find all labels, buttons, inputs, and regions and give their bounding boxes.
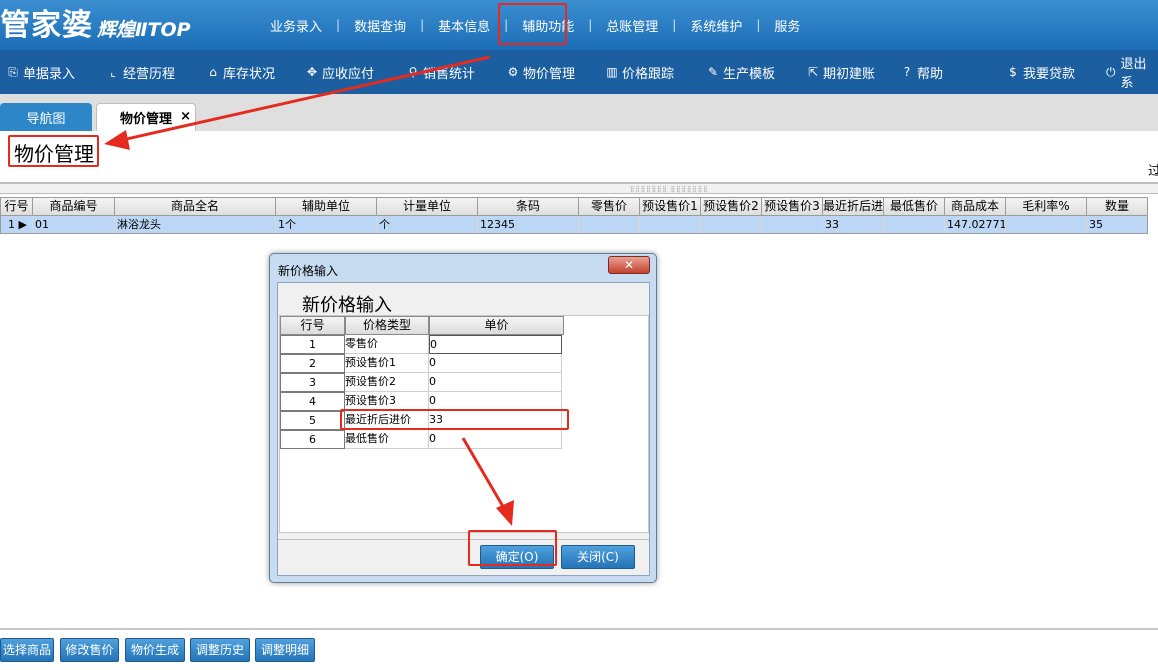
generate-price-button[interactable]: 物价生成 [125, 638, 185, 662]
toolbar-help[interactable]: ? 帮助 [900, 50, 943, 94]
brand-edition: 辉煌ⅡTOP [97, 19, 191, 41]
topnav-business-entry[interactable]: 业务录入 [256, 16, 336, 35]
bar-chart-icon: ▥ [606, 65, 618, 79]
help-icon: ? [903, 65, 911, 79]
close-button[interactable]: 关闭(C) [561, 545, 635, 569]
price-input[interactable]: 0 [429, 373, 562, 392]
toolbar-business-history[interactable]: ⌞ 经营历程 [106, 50, 175, 94]
annotation-box-auxiliary [498, 3, 567, 45]
col-preset-price-1[interactable]: 预设售价1 [640, 198, 701, 215]
col-unit[interactable]: 计量单位 [377, 198, 478, 215]
product-grid: 行号 商品编号 商品全名 辅助单位 计量单位 条码 零售价 预设售价1 预设售价… [0, 197, 1148, 234]
col-gross-margin[interactable]: 毛利率% [1006, 198, 1087, 215]
col-preset-price-2[interactable]: 预设售价2 [701, 198, 762, 215]
col-min-price[interactable]: 最低售价 [884, 198, 945, 215]
col-cost[interactable]: 商品成本 [945, 198, 1006, 215]
topnav-system[interactable]: 系统维护 [676, 16, 756, 35]
tab-price-management[interactable]: 物价管理 × [96, 103, 196, 131]
filter-label-cut: 过 [1148, 164, 1158, 179]
bottom-divider [0, 628, 1158, 630]
price-input[interactable]: 0 [429, 335, 562, 354]
adjust-history-button[interactable]: 调整历史 [190, 638, 250, 662]
annotation-box-title [8, 135, 99, 167]
home-icon: ⌂ [209, 65, 217, 79]
topnav-data-query[interactable]: 数据查询 [340, 16, 420, 35]
close-icon: ✕ [623, 258, 635, 272]
toolbar-loan[interactable]: $ 我要贷款 [1006, 50, 1075, 94]
col-quantity[interactable]: 数量 [1087, 198, 1147, 215]
col-aux-unit[interactable]: 辅助单位 [276, 198, 377, 215]
col-product-code[interactable]: 商品编号 [33, 198, 115, 215]
select-product-button[interactable]: 选择商品 [0, 638, 54, 662]
tab-label: 物价管理 [119, 112, 172, 127]
power-icon: ⏻ [1105, 64, 1116, 79]
col-product-name[interactable]: 商品全名 [115, 198, 276, 215]
chart-icon: ⌞ [110, 65, 116, 79]
dialog-divider [278, 539, 649, 540]
price-col-type[interactable]: 价格类型 [345, 316, 429, 335]
col-recent-purchase-price[interactable]: 最近折后进价 [823, 198, 884, 215]
tab-strip: 导航图 物价管理 × [0, 94, 1158, 131]
arrows-icon: ✥ [306, 65, 318, 79]
grid-header: 行号 商品编号 商品全名 辅助单位 计量单位 条码 零售价 预设售价1 预设售价… [0, 197, 1148, 216]
topnav-basic-info[interactable]: 基本信息 [424, 16, 504, 35]
external-link-icon: ⇱ [807, 65, 819, 79]
dialog-title: 新价格输入 [278, 264, 339, 278]
gear-icon: ⚙ [507, 65, 519, 79]
top-header: 管家婆 辉煌ⅡTOP 业务录入 | 数据查询 | 基本信息 | 辅助功能 | 总账管理 |… [0, 0, 1158, 50]
dialog-heading: 新价格输入 [302, 295, 392, 316]
table-row[interactable]: 1 ▶ 01 淋浴龙头 1个 个 12345 33 147.027714 35 [0, 216, 1148, 234]
edit-price-button[interactable]: 修改售价 [60, 638, 119, 662]
col-barcode[interactable]: 条码 [478, 198, 579, 215]
col-row-number[interactable]: 行号 [1, 198, 33, 215]
toolbar-document-entry[interactable]: ⎘ 单据录入 [6, 50, 75, 94]
topnav-ledger[interactable]: 总账管理 [592, 16, 672, 35]
toolbar-exit[interactable]: ⏻ 退出系 [1104, 50, 1158, 94]
price-input[interactable]: 0 [429, 430, 562, 449]
annotation-arrowhead [104, 130, 130, 150]
tab-navigation-map[interactable]: 导航图 [0, 103, 92, 131]
price-col-row-number[interactable]: 行号 [280, 316, 345, 335]
toolbar-price-management[interactable]: ⚙ 物价管理 [506, 50, 575, 94]
annotation-box-confirm [468, 530, 557, 566]
brand-name: 管家婆 [0, 8, 93, 43]
topnav-service[interactable]: 服务 [760, 16, 814, 35]
adjust-detail-button[interactable]: 调整明细 [255, 638, 315, 662]
toolbar-inventory[interactable]: ⌂ 库存状况 [206, 50, 275, 94]
main-toolbar: ⎘ 单据录入 ⌞ 经营历程 ⌂ 库存状况 ✥ 应收应付 ⚲ 销售统计 ⚙ 物价管理 ▥ 价格跟… [0, 50, 1158, 94]
toolbar-production-template[interactable]: ✎ 生产模板 [706, 50, 775, 94]
document-icon: ⎘ [8, 64, 18, 79]
grip-icon: ⣿⣿⣿⣿⣿⣿⣿ ⣿⣿⣿⣿⣿⣿⣿ [630, 186, 709, 193]
toolbar-price-tracking[interactable]: ▥ 价格跟踪 [605, 50, 674, 94]
price-input[interactable]: 0 [429, 354, 562, 373]
col-retail-price[interactable]: 零售价 [579, 198, 640, 215]
close-icon[interactable]: × [180, 109, 191, 124]
toolbar-receivable[interactable]: ✥ 应收应付 [305, 50, 374, 94]
money-bag-icon: $ [1009, 65, 1017, 79]
annotation-box-price-row [340, 409, 569, 430]
panel-splitter[interactable]: ⣿⣿⣿⣿⣿⣿⣿ ⣿⣿⣿⣿⣿⣿⣿ [0, 182, 1158, 194]
dialog-close-button[interactable]: ✕ [608, 256, 650, 274]
price-col-unit-price[interactable]: 单价 [429, 316, 564, 335]
toolbar-sales-stats[interactable]: ⚲ 销售统计 [406, 50, 475, 94]
brand-logo: 管家婆 辉煌ⅡTOP [0, 6, 191, 46]
col-preset-price-3[interactable]: 预设售价3 [762, 198, 823, 215]
wrench-icon: ✎ [707, 65, 719, 79]
search-icon: ⚲ [408, 65, 418, 79]
toolbar-opening-account[interactable]: ⇱ 期初建账 [806, 50, 875, 94]
